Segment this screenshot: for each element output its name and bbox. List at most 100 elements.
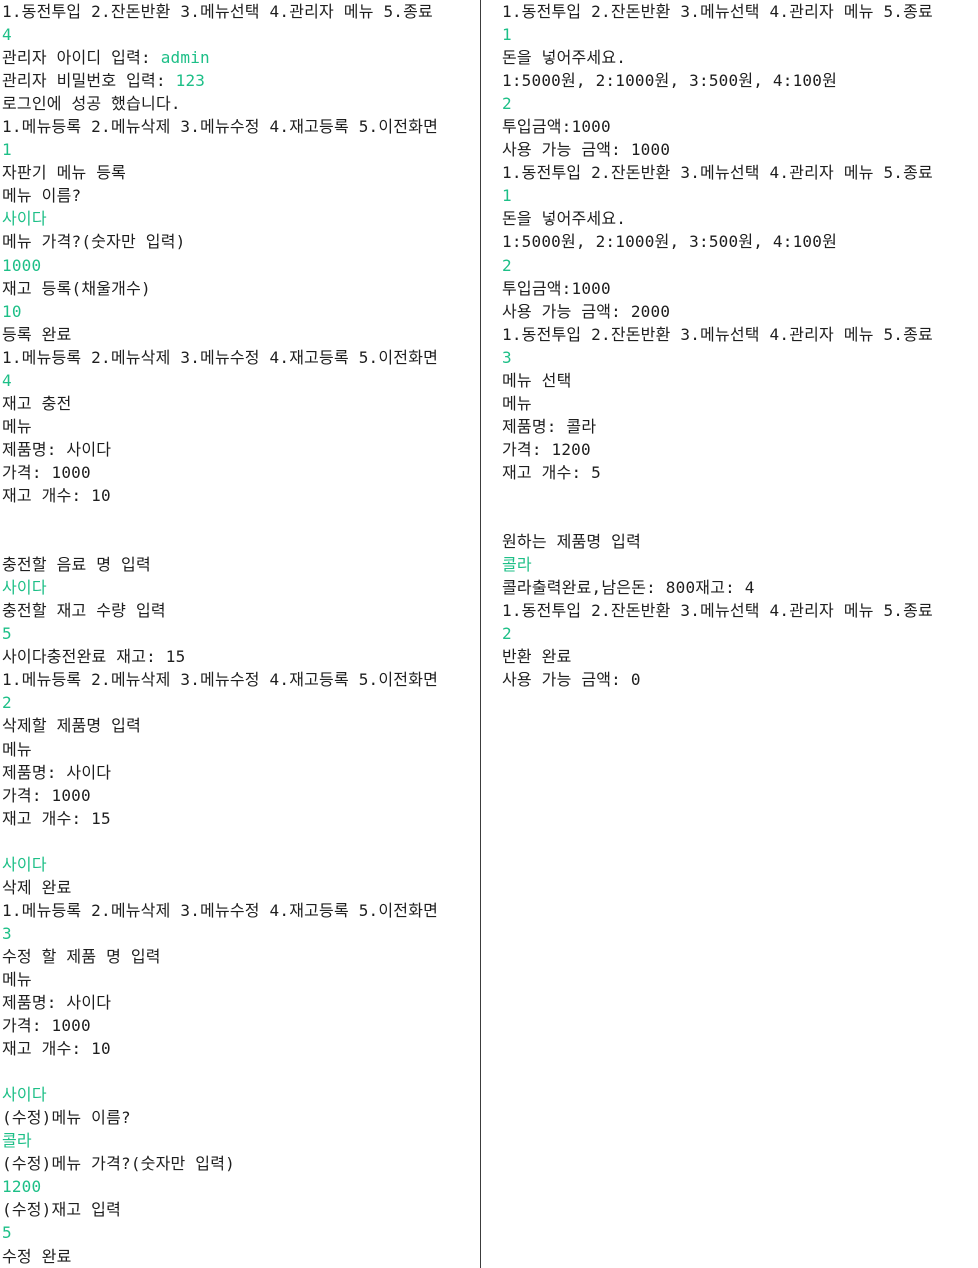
- console-output-line: 돈을 넣어주세요.: [502, 46, 978, 69]
- console-line-text: 5: [2, 1223, 12, 1243]
- console-line-text: 삭제 완료: [2, 877, 72, 897]
- console-output-line: 돈을 넣어주세요.: [502, 207, 978, 230]
- console-line-text: 재고 충전: [2, 393, 72, 413]
- console-output-line: 메뉴: [2, 968, 480, 991]
- console-input-line: 사이다: [2, 207, 480, 230]
- console-line-text: 1.메뉴등록 2.메뉴삭제 3.메뉴수정 4.재고등록 5.이전화면: [2, 670, 439, 690]
- console-input-line: 1: [502, 23, 978, 46]
- console-output-line: 메뉴: [502, 392, 978, 415]
- console-line-text: 사용 가능 금액: 2000: [502, 301, 671, 321]
- console-output-line: (수정)재고 입력: [2, 1198, 480, 1221]
- console-output-line: 콜라출력완료,남은돈: 800재고: 4: [502, 576, 978, 599]
- console-input-line: 1200: [2, 1175, 480, 1198]
- console-line-text: 사이다: [2, 578, 47, 598]
- console-line-text: 가격: 1200: [502, 439, 591, 459]
- console-input-line: 10: [2, 300, 480, 323]
- console-line-text: 1200: [2, 1177, 42, 1197]
- console-line-text: 1.메뉴등록 2.메뉴삭제 3.메뉴수정 4.재고등록 5.이전화면: [2, 900, 439, 920]
- console-line-text: 재고 등록(채울개수): [2, 278, 151, 298]
- console-line-text: 2: [502, 624, 512, 644]
- console-line-text: 1.동전투입 2.잔돈반환 3.메뉴선택 4.관리자 메뉴 5.종료: [502, 324, 933, 344]
- console-line-text: 콜라출력완료,남은돈: 800재고: 4: [502, 578, 755, 598]
- console-input-line: 3: [502, 346, 978, 369]
- console-output-line: (수정)메뉴 가격?(숫자만 입력): [2, 1152, 480, 1175]
- console-output-line: 재고 개수: 5: [502, 461, 978, 484]
- console-output-line: 수정 할 제품 명 입력: [2, 945, 480, 968]
- console-output-line: 제품명: 콜라: [502, 415, 978, 438]
- console-output-line: 가격: 1000: [2, 1014, 480, 1037]
- console-input-line: 사이다: [2, 576, 480, 599]
- console-output-line: 1.동전투입 2.잔돈반환 3.메뉴선택 4.관리자 메뉴 5.종료: [502, 323, 978, 346]
- console-line-text: 1.메뉴등록 2.메뉴삭제 3.메뉴수정 4.재고등록 5.이전화면: [2, 347, 439, 367]
- console-line-text: 재고 개수: 5: [502, 462, 602, 482]
- console-output-line: 관리자 아이디 입력: admin: [2, 46, 480, 69]
- console-output-line: 삭제할 제품명 입력: [2, 714, 480, 737]
- console-input-line: 콜라: [2, 1129, 480, 1152]
- console-output-line: 가격: 1000: [2, 784, 480, 807]
- console-line-text: 충전할 재고 수량 입력: [2, 601, 166, 621]
- console-output-line: 사이다충전완료 재고: 15: [2, 645, 480, 668]
- console-line-text: 사이다충전완료 재고: 15: [2, 647, 186, 667]
- console-line-text: 충전할 음료 명 입력: [2, 555, 151, 575]
- console-line-text: 관리자 아이디 입력:: [2, 48, 161, 68]
- console-line-text: 1.동전투입 2.잔돈반환 3.메뉴선택 4.관리자 메뉴 5.종료: [502, 163, 933, 183]
- console-output-line: 가격: 1000: [2, 461, 480, 484]
- console-line-text: 1: [502, 25, 512, 45]
- console-line-text: 2: [2, 693, 12, 713]
- console-output-line: 재고 개수: 10: [2, 1037, 480, 1060]
- console-line-text: (수정)메뉴 가격?(숫자만 입력): [2, 1154, 235, 1174]
- console-line-text: 투입금액:1000: [502, 117, 611, 137]
- console-line-text: 1:5000원, 2:1000원, 3:500원, 4:100원: [502, 71, 837, 91]
- console-output-line: 재고 충전: [2, 392, 480, 415]
- console-input-line: 4: [2, 23, 480, 46]
- console-output-line: 등록 완료: [2, 323, 480, 346]
- console-line-text: 1.동전투입 2.잔돈반환 3.메뉴선택 4.관리자 메뉴 5.종료: [502, 2, 933, 21]
- console-line-text: 3: [2, 923, 12, 943]
- console-input-line: 사이다: [2, 853, 480, 876]
- console-line-text: 돈을 넣어주세요.: [502, 209, 627, 229]
- console-line-text: 10: [2, 301, 22, 321]
- console-input-line: 5: [2, 622, 480, 645]
- console-line-text: 2: [502, 255, 512, 275]
- console-inline-input: admin: [160, 48, 210, 68]
- console-line-text: 1: [2, 140, 12, 160]
- console-output-line: 충전할 재고 수량 입력: [2, 599, 480, 622]
- console-output-line: 반환 완료: [502, 645, 978, 668]
- console-output-line: 사용 가능 금액: 0: [502, 668, 978, 691]
- console-line-text: 수정 완료: [2, 1246, 72, 1266]
- console-output-line: 1.동전투입 2.잔돈반환 3.메뉴선택 4.관리자 메뉴 5.종료: [502, 599, 978, 622]
- console-output-line: 1.동전투입 2.잔돈반환 3.메뉴선택 4.관리자 메뉴 5.종료: [502, 161, 978, 184]
- console-line-text: 1000: [2, 255, 42, 275]
- right-console-pane[interactable]: 1.동전투입 2.잔돈반환 3.메뉴선택 4.관리자 메뉴 5.종료 1 돈을 넣어…: [482, 0, 978, 1268]
- console-input-line: 1: [502, 184, 978, 207]
- left-console-pane[interactable]: 1.동전투입 2.잔돈반환 3.메뉴선택 4.관리자 메뉴 5.종료 4 관리자 아…: [0, 0, 480, 1268]
- console-line-text: 자판기 메뉴 등록: [2, 163, 127, 183]
- console-input-line: 4: [2, 369, 480, 392]
- console-output-line: 메뉴 가격?(숫자만 입력): [2, 230, 480, 253]
- console-input-line: 1: [2, 138, 480, 161]
- console-output-line: 충전할 음료 명 입력: [2, 553, 480, 576]
- console-output-line: 1.메뉴등록 2.메뉴삭제 3.메뉴수정 4.재고등록 5.이전화면: [2, 346, 480, 369]
- console-output-line: 1:5000원, 2:1000원, 3:500원, 4:100원: [502, 230, 978, 253]
- console-output-line: 로그인에 성공 했습니다.: [2, 92, 480, 115]
- console-line-text: 관리자 비밀번호 입력:: [2, 71, 176, 91]
- console-line-text: 사이다: [2, 854, 47, 874]
- console-input-line: 1000: [2, 254, 480, 277]
- console-line-text: 반환 완료: [502, 647, 572, 667]
- console-line-text: 1.메뉴등록 2.메뉴삭제 3.메뉴수정 4.재고등록 5.이전화면: [2, 117, 439, 137]
- console-line-text: 4: [2, 370, 12, 390]
- console-input-line: 2: [2, 691, 480, 714]
- console-line-text: 재고 개수: 10: [2, 1039, 111, 1059]
- console-line-text: 삭제할 제품명 입력: [2, 716, 142, 736]
- console-output-line: 메뉴 이름?: [2, 184, 480, 207]
- console-line-text: 메뉴: [2, 969, 32, 989]
- console-line-text: 1:5000원, 2:1000원, 3:500원, 4:100원: [502, 232, 837, 252]
- console-output-line: 제품명: 사이다: [2, 991, 480, 1014]
- console-line-text: 사이다: [2, 209, 47, 229]
- console-line-text: 메뉴: [2, 739, 32, 759]
- console-line-text: 재고 개수: 10: [2, 485, 111, 505]
- console-output-line: 투입금액:1000: [502, 115, 978, 138]
